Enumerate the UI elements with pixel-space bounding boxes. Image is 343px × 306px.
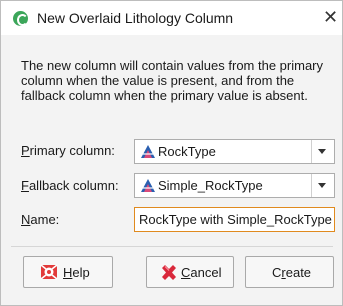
cancel-button-label: Cancel [181,265,222,280]
chevron-down-icon[interactable] [318,149,326,154]
name-input[interactable]: RockType with Simple_RockType [134,207,335,232]
primary-column-value: RockType [158,144,216,159]
help-icon [40,264,58,280]
new-overlaid-lithology-column-dialog: New Overlaid Lithology Column ✕ The new … [0,0,343,306]
help-button[interactable]: Help [23,256,113,288]
cancel-button[interactable]: Cancel [146,256,234,288]
fallback-column-value: Simple_RockType [158,178,263,193]
close-icon[interactable]: ✕ [323,8,338,26]
primary-column-select[interactable]: RockType [134,139,335,164]
name-label: Name: [21,212,60,227]
help-button-label: Help [63,265,90,280]
create-button-label: Create [272,265,312,280]
leapfrog-icon [13,11,28,26]
lithology-column-icon [141,179,155,192]
chevron-down-icon[interactable] [318,183,326,188]
divider [11,246,333,247]
fallback-column-select[interactable]: Simple_RockType [134,173,335,198]
window-title: New Overlaid Lithology Column [37,10,234,26]
create-button[interactable]: Create [245,256,334,288]
primary-column-label: Primary column: [21,143,115,158]
description-text: The new column will contain values from … [21,58,324,103]
fallback-column-label: Fallback column: [21,178,119,193]
lithology-column-icon [141,145,155,158]
cancel-icon [162,265,176,280]
title-bar: New Overlaid Lithology Column ✕ [1,1,342,35]
